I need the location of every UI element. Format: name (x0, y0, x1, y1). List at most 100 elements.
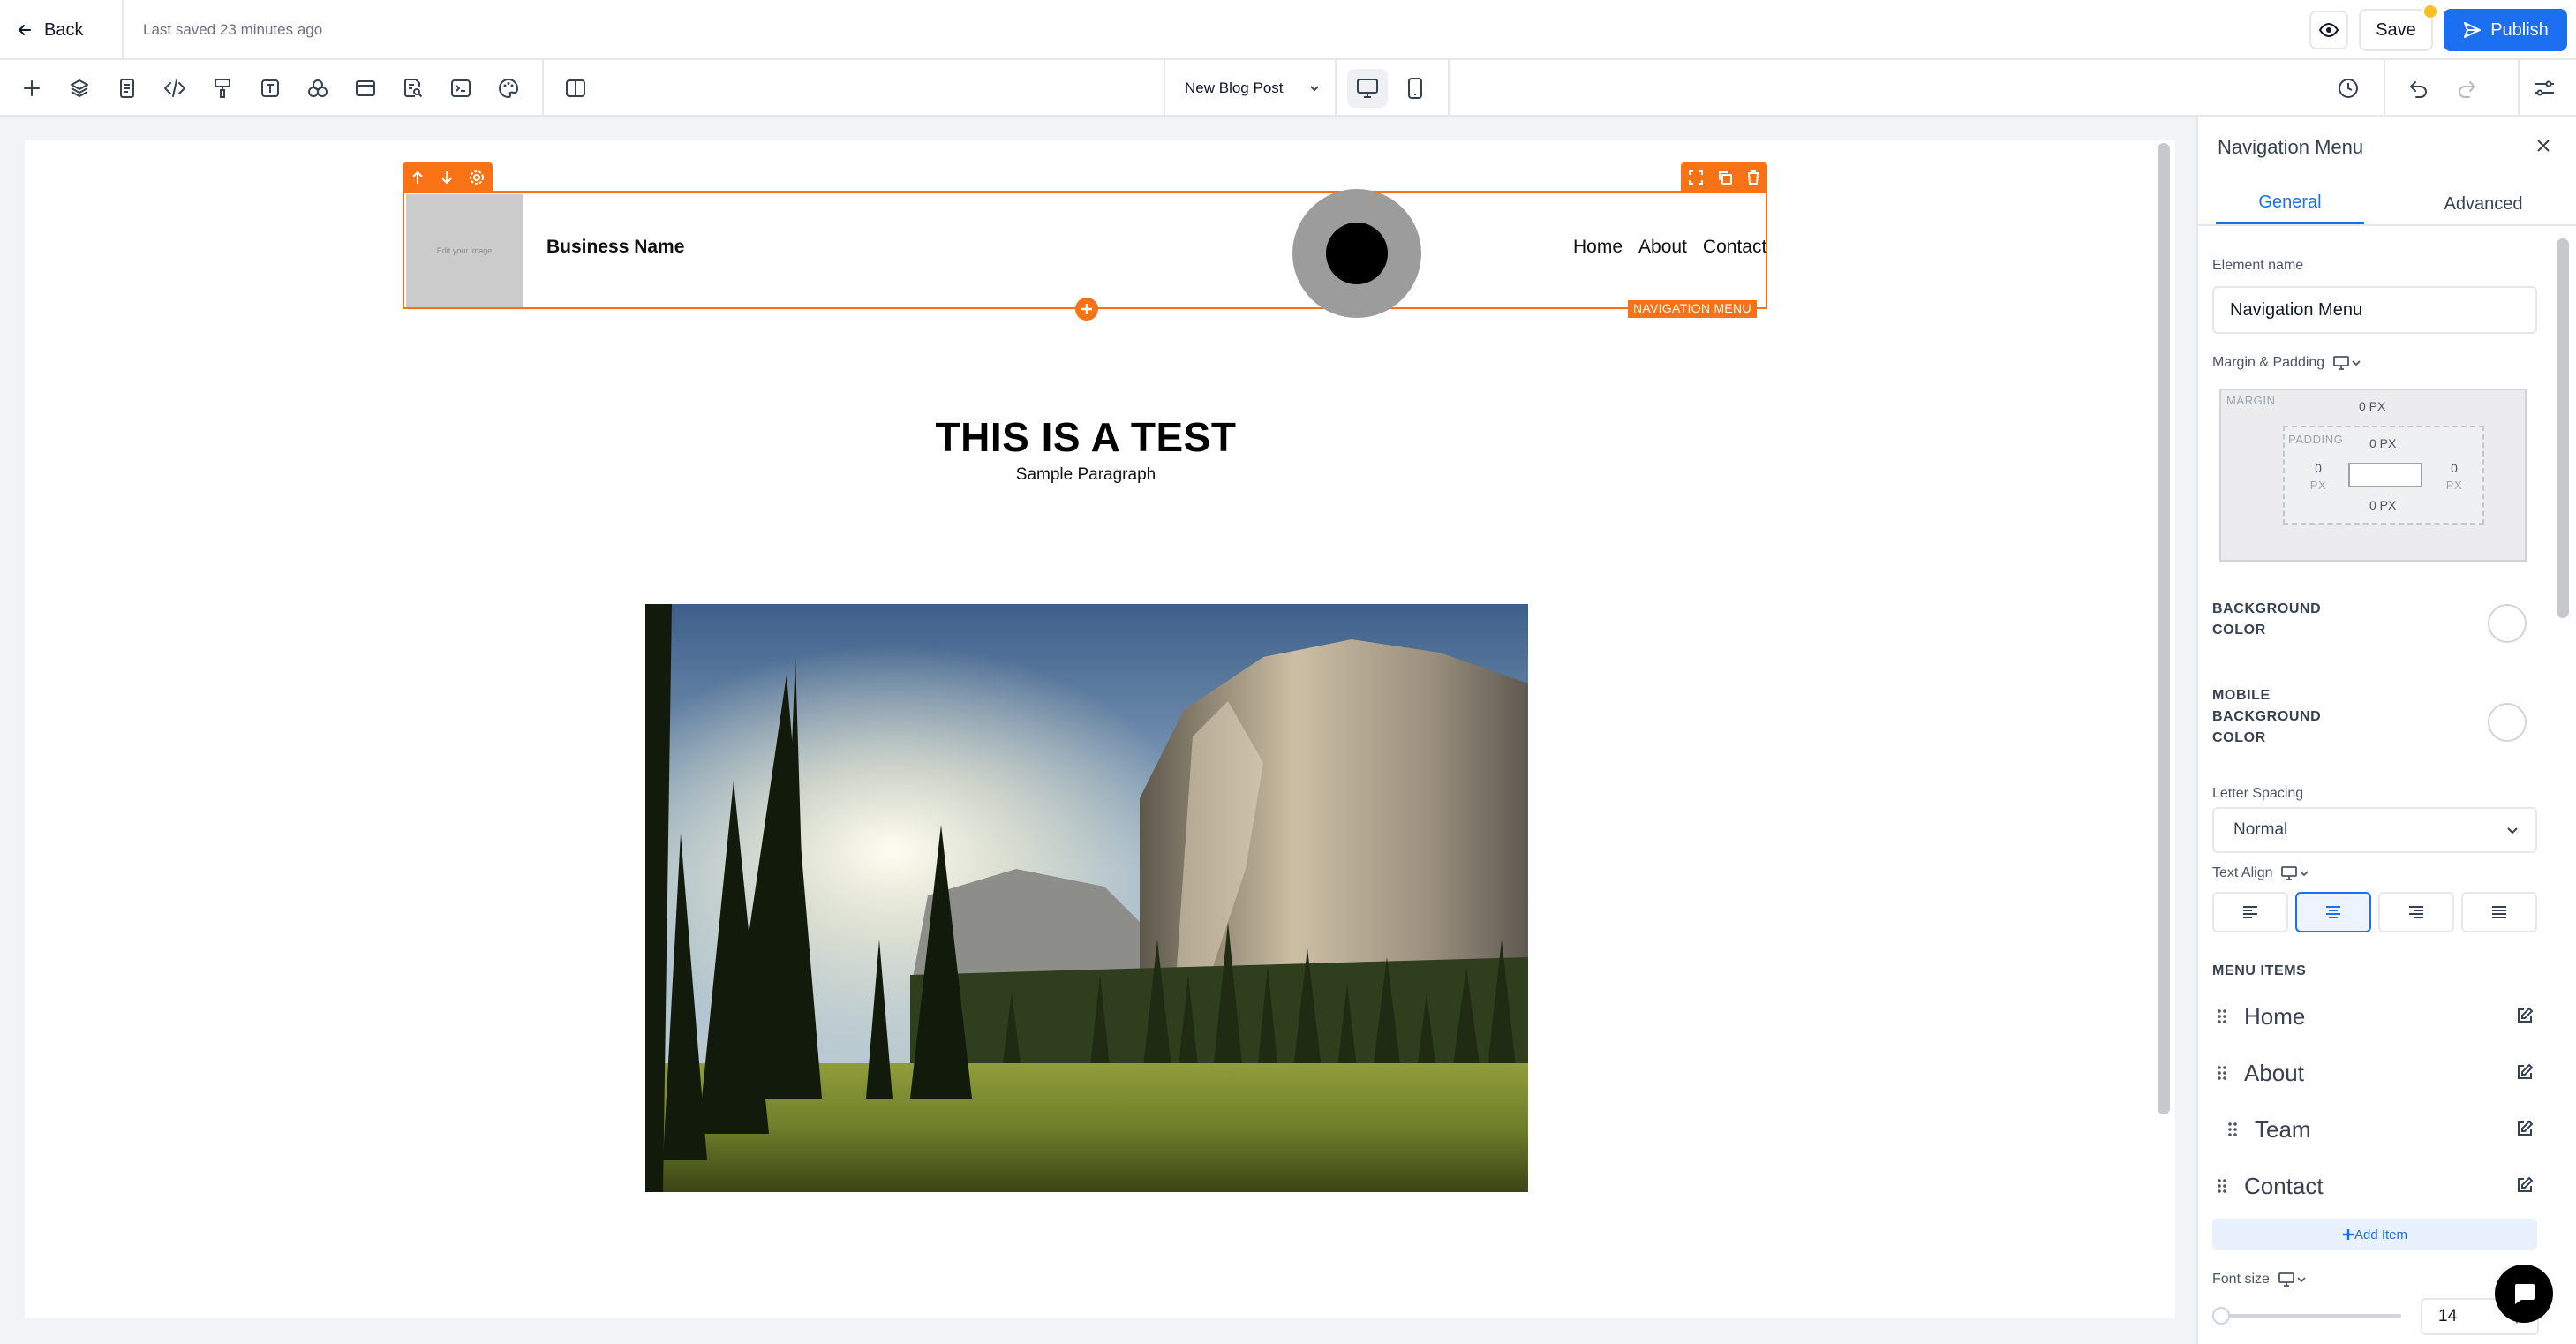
device-toggle[interactable] (2281, 866, 2309, 880)
menu-item-contact[interactable]: Contact (2212, 1164, 2537, 1208)
window-icon[interactable] (348, 71, 383, 106)
edit-icon[interactable] (2516, 1060, 2534, 1087)
preview-button[interactable] (2309, 11, 2348, 49)
canvas-scrollbar[interactable] (2158, 143, 2170, 1114)
paint-roller-icon[interactable] (205, 71, 240, 106)
back-button[interactable]: Back (16, 12, 83, 48)
arrow-left-icon (19, 25, 31, 35)
drag-handle-icon[interactable] (2212, 1178, 2232, 1194)
nav-link-home[interactable]: Home (1573, 237, 1623, 258)
redo-icon[interactable] (2449, 71, 2484, 106)
monitor-icon (2281, 866, 2298, 880)
font-size-slider-thumb[interactable] (2212, 1307, 2230, 1325)
mobile-bg-label-line1: MOBILE (2212, 688, 2271, 703)
publish-button[interactable]: Publish (2444, 9, 2567, 51)
duplicate-icon[interactable] (1717, 170, 1733, 185)
chevron-down-icon (2507, 827, 2518, 834)
margin-top-value[interactable]: 0 PX (2359, 399, 2385, 413)
trash-icon[interactable] (1746, 170, 1760, 185)
terminal-icon[interactable] (443, 71, 478, 106)
expand-icon[interactable] (1688, 170, 1704, 185)
undo-icon[interactable] (2401, 71, 2437, 106)
unsaved-indicator-dot (2422, 4, 2438, 19)
search-doc-icon[interactable] (395, 71, 431, 106)
align-right-button[interactable] (2378, 892, 2454, 932)
edit-icon[interactable] (2516, 1003, 2534, 1031)
logo-placeholder-text: Edit your image (436, 246, 493, 255)
chat-bubble-icon (2515, 1284, 2535, 1304)
tab-general[interactable]: General (2216, 184, 2364, 224)
monitor-icon (2333, 356, 2350, 370)
padding-left-value[interactable]: 0 (2309, 461, 2327, 475)
arrow-down-icon[interactable] (440, 170, 454, 185)
toolbar-divider (1448, 60, 1450, 117)
history-icon[interactable] (2331, 71, 2366, 106)
add-section-button[interactable] (1075, 298, 1098, 321)
desktop-view-button[interactable] (1347, 69, 1388, 108)
gear-icon[interactable] (469, 170, 485, 185)
align-center-button[interactable] (2295, 892, 2371, 932)
page-icon[interactable] (109, 71, 145, 106)
smartphone-icon (1408, 78, 1422, 99)
menu-item-about[interactable]: About (2212, 1051, 2537, 1095)
padding-label: PADDING (2288, 433, 2344, 446)
device-toggle[interactable] (2278, 1272, 2307, 1287)
element-name-input[interactable]: Navigation Menu (2212, 286, 2537, 334)
page-heading[interactable]: THIS IS A TEST (0, 413, 2172, 461)
menu-items-label: MENU ITEMS (2212, 963, 2307, 978)
toolbar-divider (542, 60, 544, 117)
landscape-image[interactable] (645, 604, 1528, 1192)
padding-right-value[interactable]: 0 (2445, 461, 2463, 475)
edit-icon[interactable] (2516, 1173, 2534, 1200)
top-bar (0, 0, 2576, 60)
toolbar-divider (2518, 60, 2520, 117)
add-item-button[interactable]: Add Item (2212, 1219, 2537, 1250)
font-size-slider-track[interactable] (2216, 1314, 2401, 1318)
mobile-view-button[interactable] (1395, 69, 1435, 108)
padding-bottom-value[interactable]: 0 PX (2369, 498, 2396, 512)
nav-links: Home About Contact (1573, 237, 1766, 258)
text-icon[interactable] (252, 71, 288, 106)
close-icon[interactable] (2530, 132, 2557, 159)
margin-padding-header: Margin & Padding (2212, 355, 2361, 371)
page-select[interactable]: New Blog Post (1165, 71, 1324, 106)
plus-icon[interactable] (14, 71, 49, 106)
letter-spacing-select[interactable]: Normal (2212, 807, 2537, 853)
menu-item-home[interactable]: Home (2212, 994, 2537, 1038)
background-color-label: BACKGROUND COLOR (2212, 599, 2321, 641)
mobile-background-color-swatch[interactable] (2488, 703, 2527, 742)
business-name[interactable]: Business Name (546, 237, 684, 258)
layers-icon[interactable] (62, 71, 97, 106)
device-toggle[interactable] (2333, 356, 2361, 370)
panel-scrollbar[interactable] (2557, 238, 2569, 618)
align-justify-button[interactable] (2461, 892, 2537, 932)
code-icon[interactable] (157, 71, 192, 106)
nav-link-contact[interactable]: Contact (1703, 237, 1766, 258)
chat-widget-button[interactable] (2495, 1265, 2553, 1323)
arrow-up-icon[interactable] (411, 170, 425, 185)
divider (122, 0, 124, 60)
back-label: Back (44, 19, 84, 40)
background-color-label-line1: BACKGROUND (2212, 601, 2322, 616)
align-left-button[interactable] (2212, 892, 2288, 932)
settings-sliders-icon[interactable] (2527, 71, 2562, 106)
columns-icon[interactable] (558, 71, 593, 106)
save-button[interactable]: Save (2359, 9, 2433, 51)
padding-left-unit: PX (2309, 479, 2327, 492)
page-paragraph[interactable]: Sample Paragraph (0, 465, 2172, 485)
nav-link-about[interactable]: About (1638, 237, 1687, 258)
palette-icon[interactable] (491, 71, 526, 106)
tabs-divider (2198, 224, 2576, 226)
tab-advanced[interactable]: Advanced (2408, 184, 2558, 224)
logo-image-placeholder[interactable]: Edit your image (406, 194, 523, 307)
chevron-down-icon (2300, 871, 2309, 877)
padding-top-value[interactable]: 0 PX (2369, 436, 2396, 450)
drag-handle-icon[interactable] (2223, 1121, 2242, 1137)
section-actions-toolbar (1681, 162, 1767, 193)
drag-handle-icon[interactable] (2212, 1065, 2232, 1081)
drag-handle-icon[interactable] (2212, 1008, 2232, 1024)
menu-item-team[interactable]: Team (2212, 1107, 2537, 1151)
background-color-swatch[interactable] (2488, 604, 2527, 643)
edit-icon[interactable] (2516, 1116, 2534, 1144)
shapes-icon[interactable] (300, 71, 335, 106)
